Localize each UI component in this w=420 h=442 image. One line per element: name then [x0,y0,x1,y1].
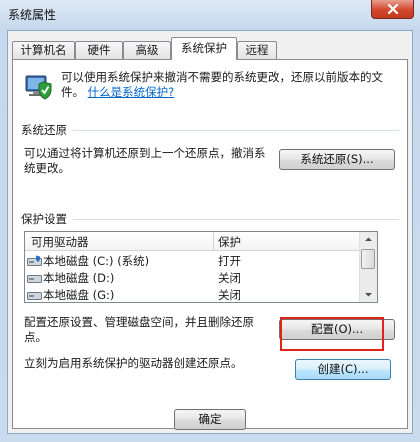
tab-computer-name[interactable]: 计算机名 [12,41,75,59]
drive-name: 本地磁盘 (C:) (系统) [43,254,150,268]
drive-name: 本地磁盘 (G:) [43,288,115,302]
table-row[interactable]: 本地磁盘 (G:) 关闭 [25,286,361,302]
hard-drive-icon [27,292,42,300]
protection-status: 关闭 [218,271,241,285]
system-properties-window: 系统属性 计算机名 硬件 高级 系统保护 远程 可以使用系统保护来撤消不需要的系… [0,0,420,442]
system-protection-icon [25,75,52,100]
intro-text: 可以使用系统保护来撤消不需要的系统更改，还原以前版本的文件。 什么是系统保护? [61,70,383,99]
system-restore-description: 可以通过将计算机还原到上一个还原点，撤消系统更改。 [24,146,266,175]
what-is-system-protection-link[interactable]: 什么是系统保护? [88,85,175,99]
title-bar[interactable]: 系统属性 [0,0,420,28]
protection-status: 关闭 [218,288,241,302]
column-available-drives[interactable]: 可用驱动器 [31,234,89,250]
drive-list-scrollbar[interactable] [359,232,377,302]
dialog-client: 计算机名 硬件 高级 系统保护 远程 可以使用系统保护来撤消不需要的系统更改，还… [7,30,413,434]
table-row[interactable]: 本地磁盘 (D:) 关闭 [25,269,361,286]
close-button[interactable] [371,0,414,19]
protection-settings-group-title: 保护设置 [21,212,67,226]
configure-description: 配置还原设置、管理磁盘空间，并且删除还原点。 [24,315,254,344]
system-restore-button[interactable]: 系统还原(S)... [279,149,395,170]
system-drive-icon [27,255,42,266]
tab-hardware[interactable]: 硬件 [75,41,123,59]
protection-status: 打开 [218,254,241,268]
scroll-up-icon[interactable] [361,232,376,247]
tab-remote[interactable]: 远程 [237,41,277,59]
column-protection[interactable]: 保护 [218,234,241,250]
scroll-down-icon[interactable] [361,287,376,302]
scroll-thumb[interactable] [361,249,375,269]
group-divider [73,130,399,131]
window-title: 系统属性 [8,8,57,22]
create-button-highlight [280,317,384,351]
tab-system-protection[interactable]: 系统保护 [171,37,237,60]
create-button[interactable]: 创建(C)... [295,359,391,380]
create-description: 立刻为启用系统保护的驱动器创建还原点。 [24,356,243,370]
system-restore-group-title: 系统还原 [21,123,67,137]
ok-button[interactable]: 确定 [174,409,246,430]
column-separator[interactable] [213,232,214,250]
hard-drive-icon [27,275,42,283]
group-divider [73,219,399,220]
tab-advanced[interactable]: 高级 [123,41,171,59]
system-protection-panel: 可以使用系统保护来撤消不需要的系统更改，还原以前版本的文件。 什么是系统保护? … [12,59,408,429]
drive-list-header: 可用驱动器 保护 [25,232,361,251]
table-row[interactable]: 本地磁盘 (C:) (系统) 打开 [25,252,361,269]
close-icon [387,4,399,14]
drive-name: 本地磁盘 (D:) [43,271,115,285]
drive-list[interactable]: 可用驱动器 保护 本地磁盘 (C:) (系统) 打开 本地磁盘 (D:) 关闭 … [24,231,378,303]
